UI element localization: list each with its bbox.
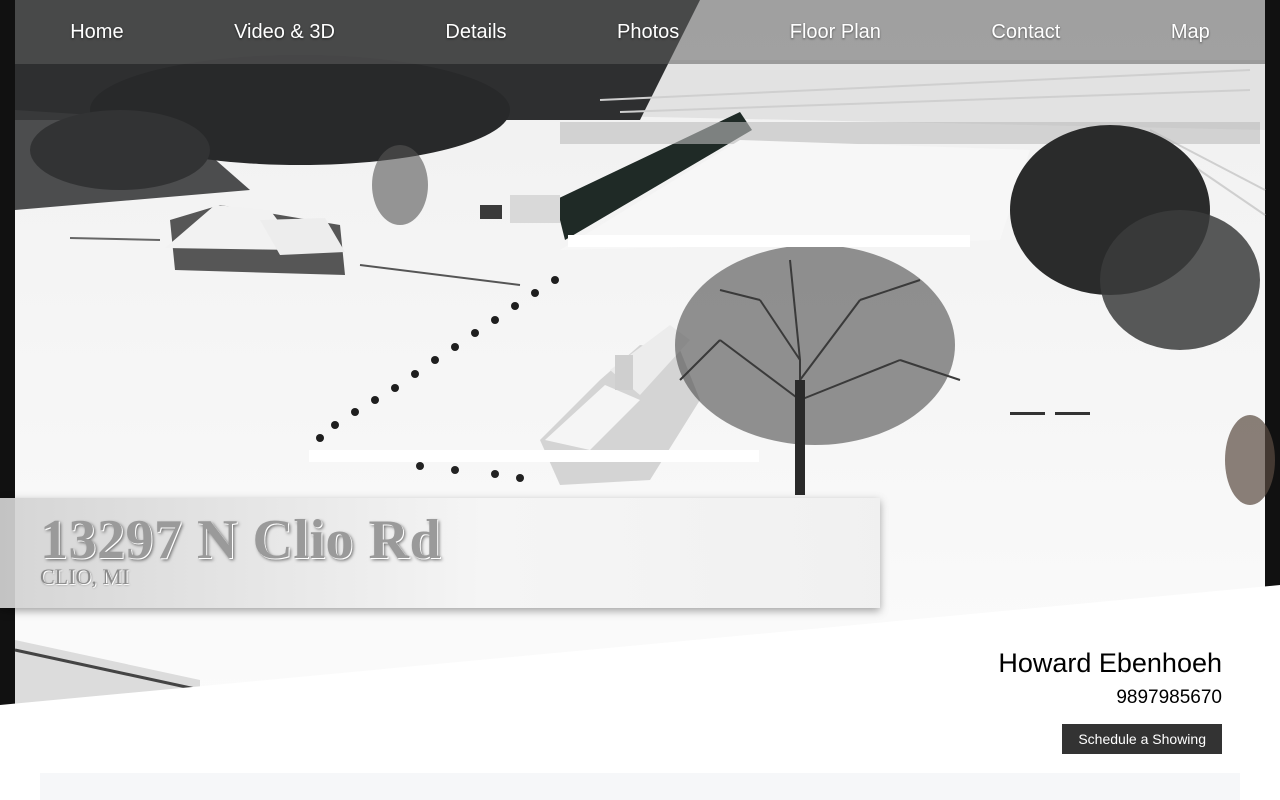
nav-contact[interactable]: Contact — [991, 21, 1060, 44]
agent-info: Howard Ebenhoeh 9897985670 Schedule a Sh… — [998, 648, 1222, 754]
nav-floor-plan[interactable]: Floor Plan — [790, 21, 881, 44]
agent-phone[interactable]: 9897985670 — [998, 687, 1222, 709]
schedule-showing-button[interactable]: Schedule a Showing — [1062, 724, 1222, 754]
main-nav: Home Video & 3D Details Photos Floor Pla… — [15, 0, 1265, 64]
property-title-box: 13297 N Clio Rd CLIO, MI — [0, 498, 880, 608]
nav-map[interactable]: Map — [1171, 21, 1210, 44]
nav-photos[interactable]: Photos — [617, 21, 679, 44]
nav-details[interactable]: Details — [445, 21, 506, 44]
hero-banner: Home Video & 3D Details Photos Floor Pla… — [0, 0, 1280, 710]
agent-name: Howard Ebenhoeh — [998, 648, 1222, 678]
content-panel — [40, 773, 1240, 800]
nav-video-3d[interactable]: Video & 3D — [234, 21, 335, 44]
property-address: 13297 N Clio Rd — [40, 509, 442, 571]
nav-home[interactable]: Home — [70, 21, 123, 44]
property-city: CLIO, MI — [40, 564, 130, 589]
